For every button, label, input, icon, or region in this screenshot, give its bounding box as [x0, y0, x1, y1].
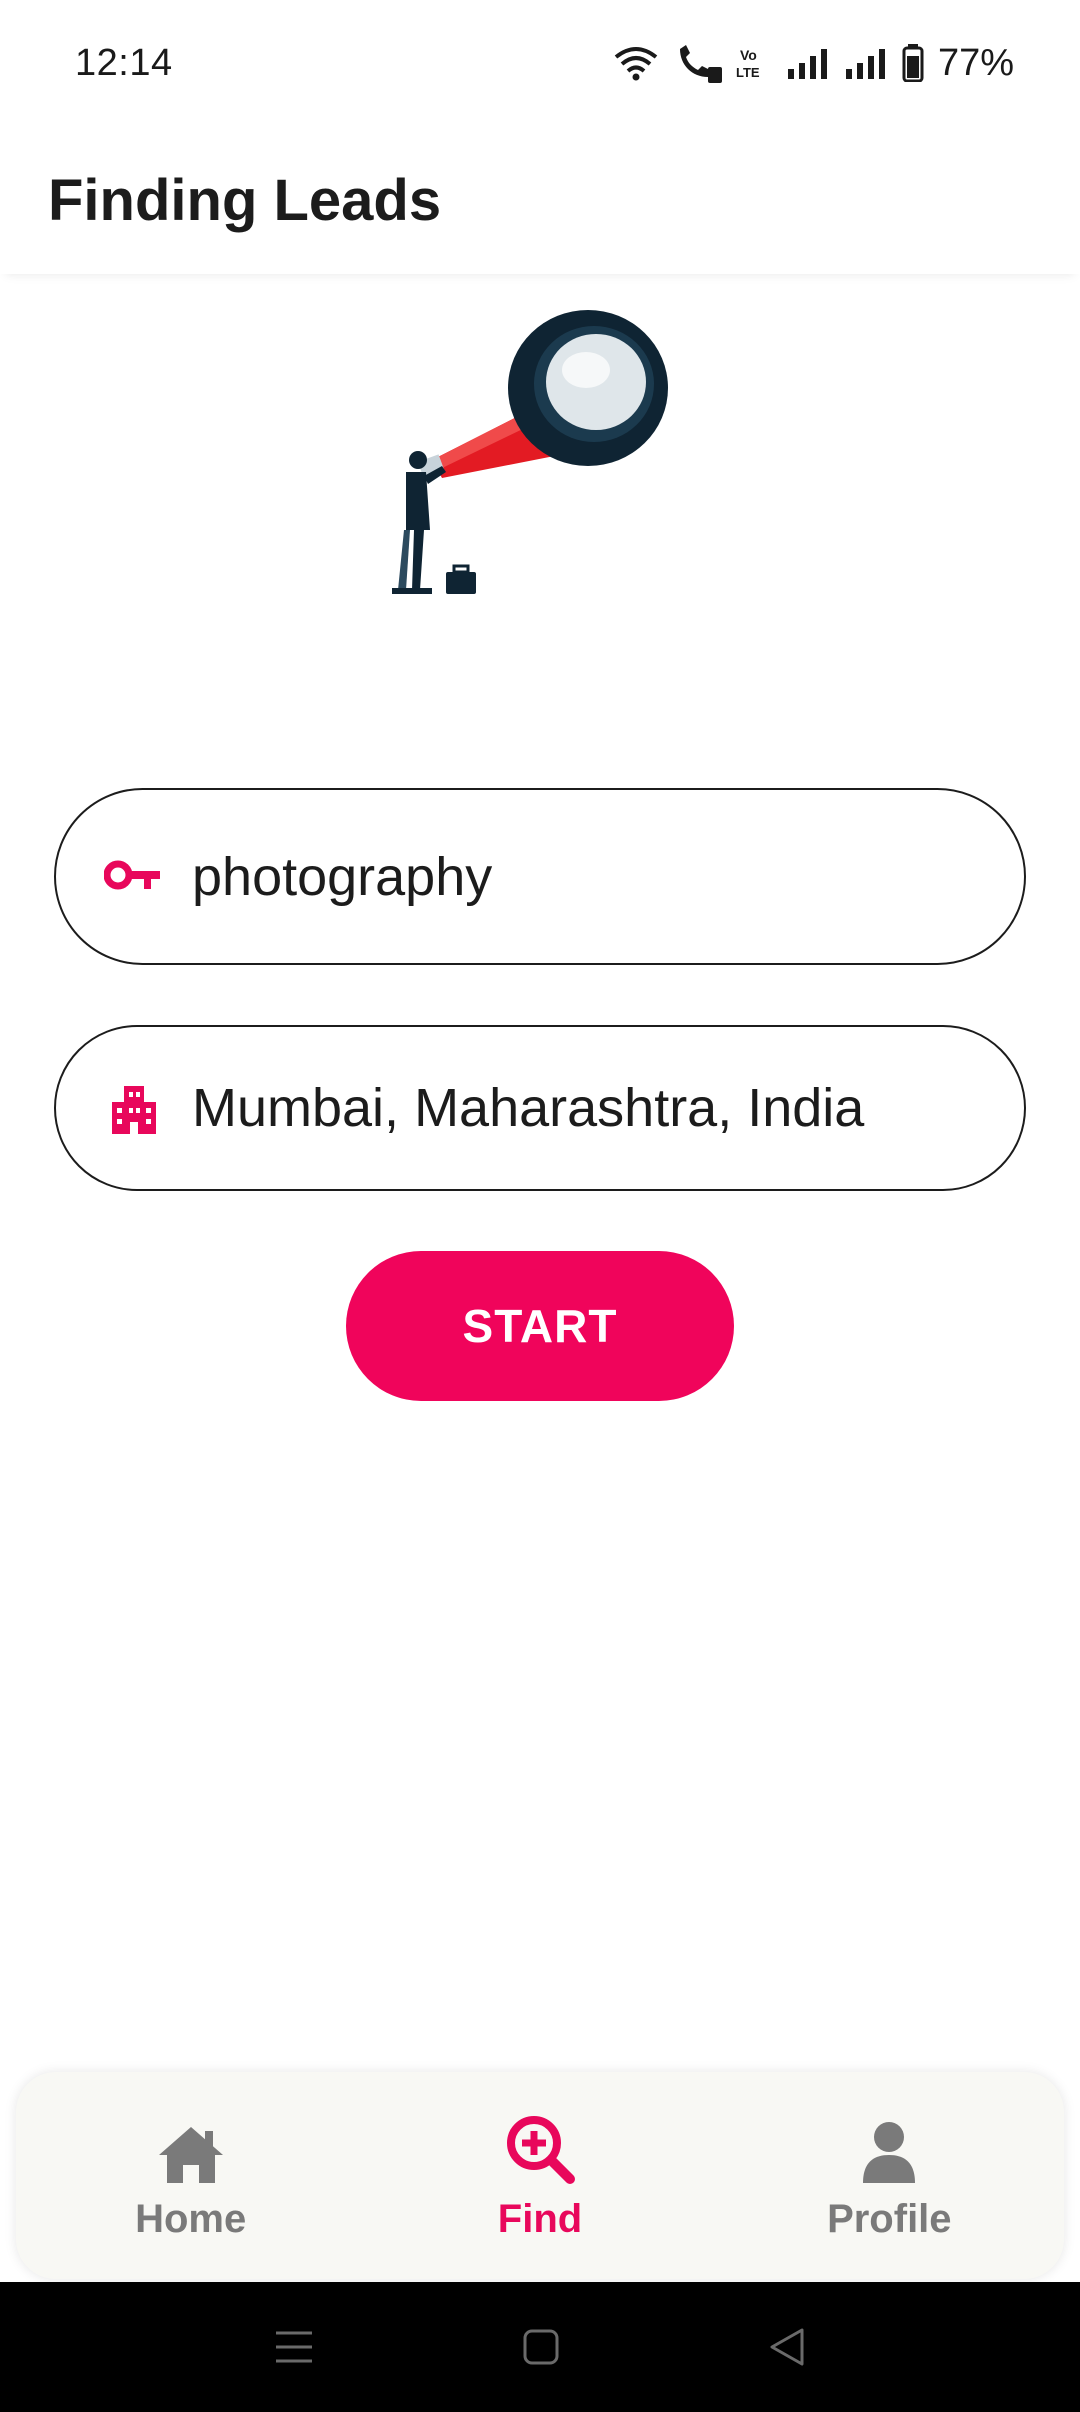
nav-item-find[interactable]: Find [390, 2109, 690, 2242]
page-title: Finding Leads [48, 167, 442, 233]
svg-text:LTE: LTE [736, 65, 760, 80]
app-bar: Finding Leads [0, 126, 1080, 274]
screen: 12:14 Vo LTE 77% Finding Leads photograp… [0, 0, 1080, 2412]
battery-icon [902, 44, 924, 82]
start-button[interactable]: START [346, 1251, 734, 1401]
nav-label-profile: Profile [827, 2197, 952, 2241]
nav-label-home: Home [135, 2197, 247, 2241]
bottom-navigation: Home Find Profile [16, 2072, 1064, 2279]
person-icon [861, 2109, 917, 2185]
status-time: 12:14 [75, 41, 173, 84]
back-icon[interactable] [768, 2327, 806, 2367]
wifi-call-icon [679, 45, 722, 83]
volte-icon: Vo LTE [736, 47, 760, 80]
nav-item-home[interactable]: Home [41, 2109, 341, 2242]
keyword-field[interactable] [54, 788, 1026, 965]
status-icons: Vo LTE 77% [612, 42, 1014, 85]
city-icon [102, 1076, 166, 1140]
wifi-icon [614, 47, 658, 81]
search-plus-icon [504, 2109, 576, 2185]
status-bar: 12:14 Vo LTE 77% [0, 0, 1080, 126]
nav-item-profile[interactable]: Profile [739, 2109, 1039, 2242]
keyword-input[interactable] [192, 845, 1012, 908]
svg-text:Vo: Vo [740, 47, 757, 63]
location-field[interactable] [54, 1025, 1026, 1191]
telescope-businessman-illustration [392, 310, 668, 594]
battery-percentage: 77% [937, 41, 1014, 84]
nav-label-find: Find [497, 2197, 583, 2241]
menu-icon[interactable] [274, 2329, 314, 2365]
signal-icon [787, 49, 827, 79]
signal-icon [845, 49, 885, 79]
system-navigation-bar [0, 2282, 1080, 2412]
key-icon [102, 845, 166, 909]
location-input[interactable] [192, 1077, 1012, 1139]
home-square-icon[interactable] [522, 2328, 560, 2366]
home-icon [157, 2109, 225, 2185]
